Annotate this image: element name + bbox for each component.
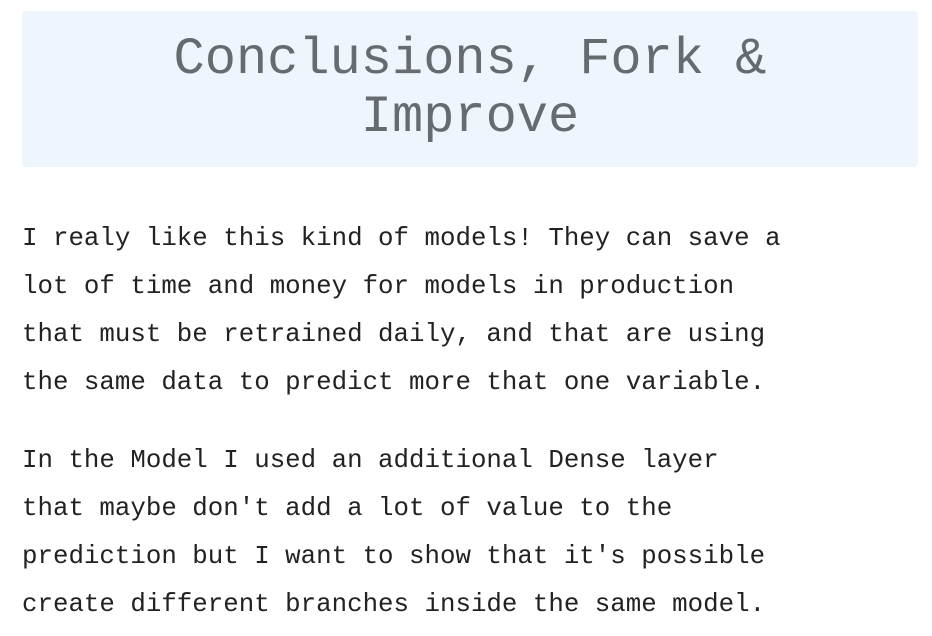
section-title: Conclusions, Fork & Improve (173, 30, 767, 147)
paragraph: In the Model I used an additional Dense … (22, 446, 766, 619)
section-header: Conclusions, Fork & Improve (22, 11, 918, 167)
paragraph: I realy like this kind of models! They c… (22, 224, 781, 397)
section-body: I realy like this kind of models! They c… (22, 215, 922, 629)
